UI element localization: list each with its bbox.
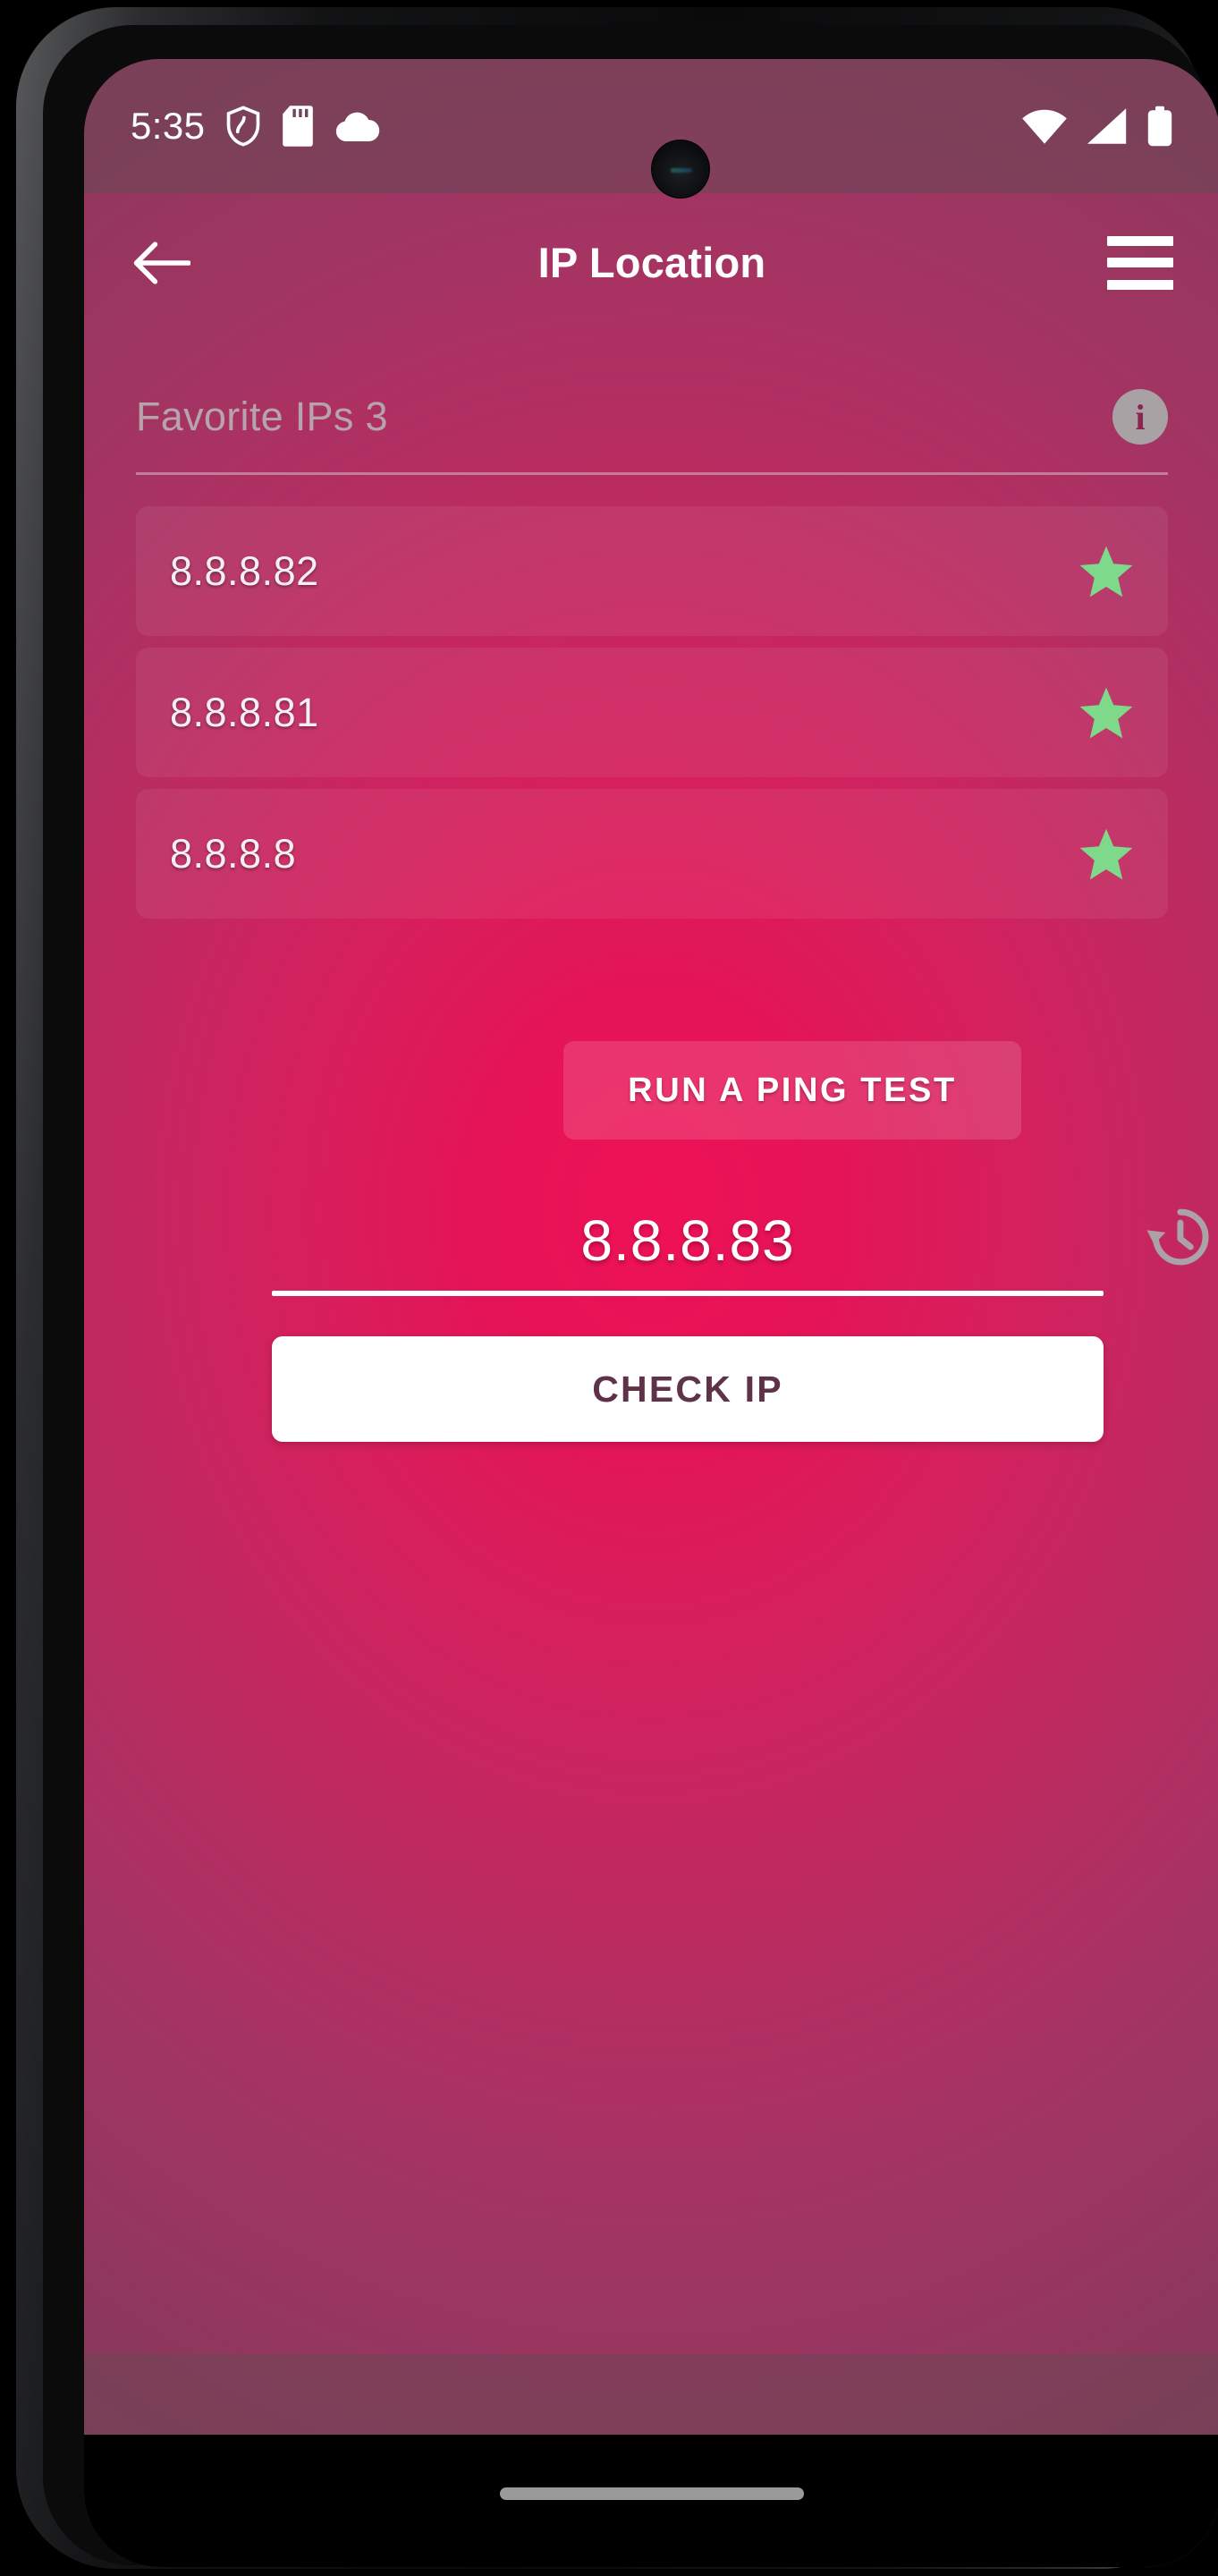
star-icon[interactable] bbox=[1078, 545, 1134, 598]
front-camera-punch-hole bbox=[653, 141, 708, 197]
favorites-header: Favorite IPs 3 i bbox=[136, 368, 1168, 466]
star-icon[interactable] bbox=[1078, 827, 1134, 881]
gesture-navigation-bar bbox=[84, 2435, 1218, 2567]
app-bar: IP Location bbox=[84, 193, 1218, 332]
phone-screen: 5:35 IP Location Favorite IPs 3 i 8.8.8.… bbox=[84, 59, 1218, 2567]
info-icon[interactable]: i bbox=[1112, 389, 1168, 445]
status-bar-left: 5:35 bbox=[131, 105, 380, 148]
ip-input-underline bbox=[272, 1291, 1104, 1296]
sd-card-icon bbox=[283, 106, 314, 147]
ip-input[interactable] bbox=[272, 1208, 1104, 1274]
app-root: 5:35 IP Location Favorite IPs 3 i 8.8.8.… bbox=[84, 59, 1218, 2567]
hamburger-line-3 bbox=[1107, 279, 1173, 290]
list-item[interactable]: 8.8.8.81 bbox=[136, 648, 1168, 777]
hamburger-line-1 bbox=[1107, 235, 1173, 246]
run-ping-test-button[interactable]: RUN A PING TEST bbox=[563, 1041, 1021, 1140]
cellular-signal-icon bbox=[1087, 108, 1127, 144]
bottom-veil bbox=[84, 2354, 1218, 2435]
favorites-divider bbox=[136, 472, 1168, 475]
ip-input-row bbox=[272, 1191, 1209, 1291]
info-icon-letter: i bbox=[1135, 396, 1146, 437]
ip-address-label: 8.8.8.82 bbox=[170, 547, 319, 594]
favorites-title: Favorite IPs 3 bbox=[136, 394, 388, 439]
ip-address-label: 8.8.8.8 bbox=[170, 830, 297, 877]
home-indicator[interactable] bbox=[500, 2487, 804, 2500]
favorite-ip-list: 8.8.8.82 8.8.8.81 8.8.8.8 bbox=[136, 506, 1168, 930]
page-title: IP Location bbox=[537, 239, 766, 286]
shield-icon bbox=[227, 106, 260, 147]
history-icon[interactable] bbox=[1145, 1203, 1213, 1271]
battery-icon bbox=[1147, 106, 1172, 147]
back-button[interactable] bbox=[131, 232, 193, 294]
hamburger-menu-button[interactable] bbox=[1107, 235, 1173, 290]
phone-body-inner: 5:35 IP Location Favorite IPs 3 i 8.8.8.… bbox=[43, 25, 1218, 2567]
hamburger-line-2 bbox=[1107, 258, 1173, 267]
status-bar: 5:35 bbox=[84, 59, 1218, 193]
ip-address-label: 8.8.8.81 bbox=[170, 689, 319, 735]
device-frame: 5:35 IP Location Favorite IPs 3 i 8.8.8.… bbox=[0, 0, 1218, 2576]
cloud-icon bbox=[336, 112, 380, 141]
status-bar-right bbox=[1021, 106, 1173, 147]
phone-body: 5:35 IP Location Favorite IPs 3 i 8.8.8.… bbox=[16, 7, 1218, 2569]
arrow-left-icon bbox=[133, 241, 190, 284]
list-item[interactable]: 8.8.8.82 bbox=[136, 506, 1168, 636]
star-icon[interactable] bbox=[1078, 686, 1134, 740]
wifi-icon bbox=[1022, 109, 1067, 144]
status-bar-clock: 5:35 bbox=[131, 105, 206, 147]
check-ip-button[interactable]: CHECK IP bbox=[272, 1336, 1104, 1442]
list-item[interactable]: 8.8.8.8 bbox=[136, 789, 1168, 919]
ip-input-container bbox=[272, 1191, 1209, 1296]
